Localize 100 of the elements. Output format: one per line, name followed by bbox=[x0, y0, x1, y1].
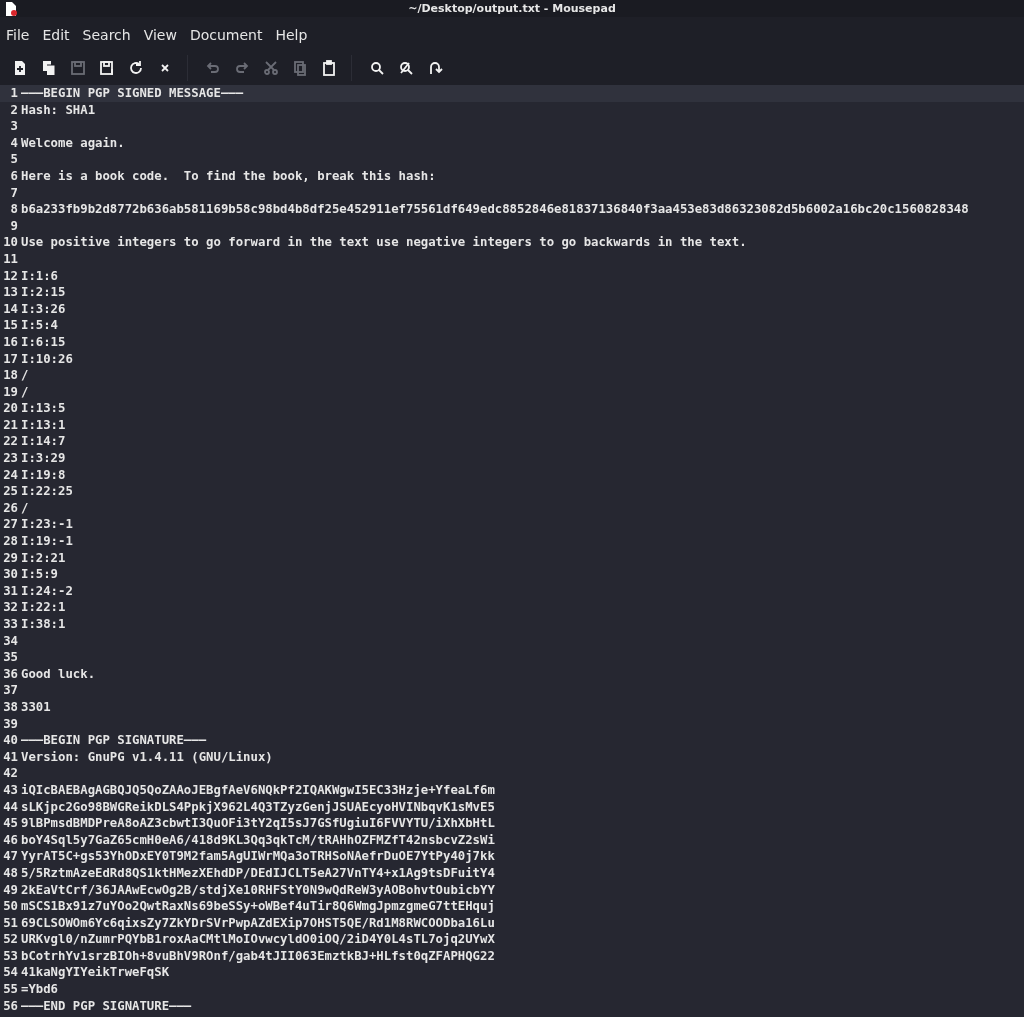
search-icon bbox=[368, 59, 385, 76]
text-line: I:22:1 bbox=[21, 599, 66, 616]
line-number: 37 bbox=[2, 682, 19, 699]
line-number: 48 bbox=[2, 864, 19, 882]
line-number: 25 bbox=[2, 483, 19, 500]
line-number: 56 bbox=[2, 997, 19, 1015]
line-number: 9 bbox=[9, 217, 19, 235]
text-line: / bbox=[21, 383, 29, 401]
undo-icon bbox=[204, 59, 221, 76]
line-number: 32 bbox=[2, 599, 19, 616]
line-number: 44 bbox=[2, 798, 19, 816]
line-number: 30 bbox=[2, 566, 19, 583]
text-line: YyrAT5C+gs53YhODxEY0T9M2fam5AgUIWrMQa3oTRHSoNAefrDuOE7YtPy40j7kk bbox=[21, 848, 495, 865]
line-number: 41 bbox=[2, 748, 19, 766]
line-number: 39 bbox=[2, 715, 19, 733]
text-line: 69CLSOWOm6Yc6qixsZy7ZkYDrSVrPwpAZdEXip7OHST5QE/Rd1M8RWCOODba16Lu bbox=[21, 914, 495, 932]
text-line: I:1:6 bbox=[21, 267, 59, 285]
line-number: 10 bbox=[2, 234, 19, 251]
line-number: 5 bbox=[9, 151, 19, 168]
menu-item[interactable]: Search bbox=[77, 24, 136, 43]
text-line: Hash: SHA1 bbox=[21, 101, 96, 119]
line-number: 55 bbox=[2, 981, 19, 998]
copy-icon bbox=[291, 59, 308, 76]
text-line: / bbox=[21, 499, 29, 517]
text-line: Good luck. bbox=[21, 665, 96, 683]
text-line: / bbox=[21, 367, 29, 384]
text-line: 2kEaVtCrf/36JAAwEcwOg2B/stdjXe10RHFStY0N9wQdReW3yAOBohvtOubicbYY bbox=[21, 881, 495, 899]
menu-item[interactable]: Edit bbox=[37, 24, 75, 43]
text-line: I:19:8 bbox=[21, 466, 66, 484]
text-line: b6a233fb9b2d8772b636ab581169b58c98bd4b8df25e452911ef75561df649edc8852846e81837136840f3aa453e83d86323082d5b6002a16bc20c1560828348 bbox=[21, 201, 969, 218]
line-number: 40 bbox=[2, 732, 19, 749]
line-number: 49 bbox=[2, 881, 19, 899]
text-line: =Ybd6 bbox=[21, 981, 59, 998]
text-line: 3301 bbox=[21, 698, 51, 716]
line-number: 3 bbox=[9, 118, 19, 135]
line-number: 43 bbox=[2, 781, 19, 799]
line-number: 34 bbox=[2, 632, 19, 650]
line-number: 31 bbox=[2, 582, 19, 600]
line-number: 29 bbox=[2, 549, 19, 567]
text-line: I:13:5 bbox=[21, 400, 66, 417]
line-number: 15 bbox=[2, 317, 19, 334]
text-line: I:19:-1 bbox=[21, 533, 73, 550]
text-line: mSCS1Bx91z7uYOo2QwtRaxNs69beSSy+oWBef4uTir8Q6WmgJpmzgmeG7ttEHquj bbox=[21, 898, 495, 915]
line-number: 54 bbox=[2, 964, 19, 982]
text-line: I:10:26 bbox=[21, 350, 73, 368]
text-line: 9lBPmsdBMDPreA8oAZ3cbwtI3QuOFi3tY2qI5sJ7GSfUgiuI6FVVYTU/iXhXbHtL bbox=[21, 815, 495, 832]
text-line: I:22:25 bbox=[21, 483, 73, 500]
text-line: 5/5RztmAzeEdRd8QS1ktHMezXEhdDP/DEdIJCLT5eA27VnTY4+x1Ag9tsDFuitY4 bbox=[21, 864, 495, 882]
text-line: I:3:26 bbox=[21, 300, 66, 318]
text-line: I:2:21 bbox=[21, 549, 66, 567]
document-icon bbox=[5, 1, 17, 16]
text-line: ———BEGIN PGP SIGNATURE——— bbox=[21, 732, 207, 749]
line-number: 21 bbox=[2, 416, 19, 434]
text-line: I:5:9 bbox=[21, 566, 59, 583]
line-number: 36 bbox=[2, 665, 19, 683]
text-line: I:38:1 bbox=[21, 616, 66, 633]
menu-item[interactable]: File bbox=[1, 24, 35, 43]
text-line: Version: GnuPG v1.4.11 (GNU/Linux) bbox=[21, 748, 273, 766]
text-line: I:3:29 bbox=[21, 450, 66, 467]
line-number: 20 bbox=[2, 400, 19, 417]
text-line: 41kaNgYIYeikTrweFqSK bbox=[21, 964, 170, 982]
line-number: 13 bbox=[2, 284, 19, 301]
text-line: Welcome again. bbox=[21, 134, 125, 152]
text-line: Use positive integers to go forward in the text use negative integers to go backwards in the text. bbox=[21, 234, 747, 251]
line-number: 26 bbox=[2, 499, 19, 517]
line-number: 17 bbox=[2, 350, 19, 368]
cut-icon bbox=[262, 59, 279, 76]
paste-icon bbox=[320, 59, 337, 76]
line-number: 52 bbox=[2, 931, 19, 948]
text-line: ———BEGIN PGP SIGNED MESSAGE——— bbox=[21, 85, 244, 102]
line-number: 18 bbox=[2, 367, 19, 384]
menu-item[interactable]: View bbox=[138, 24, 182, 43]
line-number: 42 bbox=[2, 765, 19, 782]
save-as-icon bbox=[98, 59, 115, 76]
line-number: 12 bbox=[2, 267, 19, 285]
line-number: 11 bbox=[2, 250, 19, 268]
menu-item[interactable]: Document bbox=[184, 24, 268, 43]
line-number: 33 bbox=[2, 616, 19, 633]
line-number: 14 bbox=[2, 300, 19, 318]
text-line: sLKjpc2Go98BWGReikDLS4PpkjX962L4Q3TZyzGenjJSUAEcyoHVINbqvK1sMvE5 bbox=[21, 798, 495, 816]
text-line: URKvgl0/nZumrPQYbB1roxAaCMtlMoIOvwcyldO0iOQ/2iD4Y0L4sTL7ojq2UYwX bbox=[21, 931, 495, 948]
text-line: bCotrhYv1srzBIOh+8vuBhV9ROnf/gab4tJII063EmztkBJ+HLfst0qZFAPHQG22 bbox=[21, 947, 495, 965]
line-number: 6 bbox=[9, 167, 19, 185]
menu-item[interactable]: Help bbox=[270, 24, 313, 43]
line-number: 53 bbox=[2, 947, 19, 965]
line-number: 22 bbox=[2, 433, 19, 451]
text-line: I:14:7 bbox=[21, 433, 66, 451]
window-title: ~/Desktop/output.txt - Mousepad bbox=[408, 2, 616, 15]
text-line: I:23:-1 bbox=[21, 516, 73, 534]
text-line: ———END PGP SIGNATURE——— bbox=[21, 997, 192, 1015]
line-number: 50 bbox=[2, 898, 19, 915]
line-number: 27 bbox=[2, 516, 19, 534]
line-number: 28 bbox=[2, 533, 19, 550]
text-line: I:5:4 bbox=[21, 317, 59, 334]
text-line: I:6:15 bbox=[21, 333, 66, 351]
text-line: I:24:-2 bbox=[21, 582, 73, 600]
text-line: I:13:1 bbox=[21, 416, 66, 434]
line-number: 45 bbox=[2, 815, 19, 832]
text-line: I:2:15 bbox=[21, 284, 66, 301]
documents-icon bbox=[40, 59, 57, 76]
